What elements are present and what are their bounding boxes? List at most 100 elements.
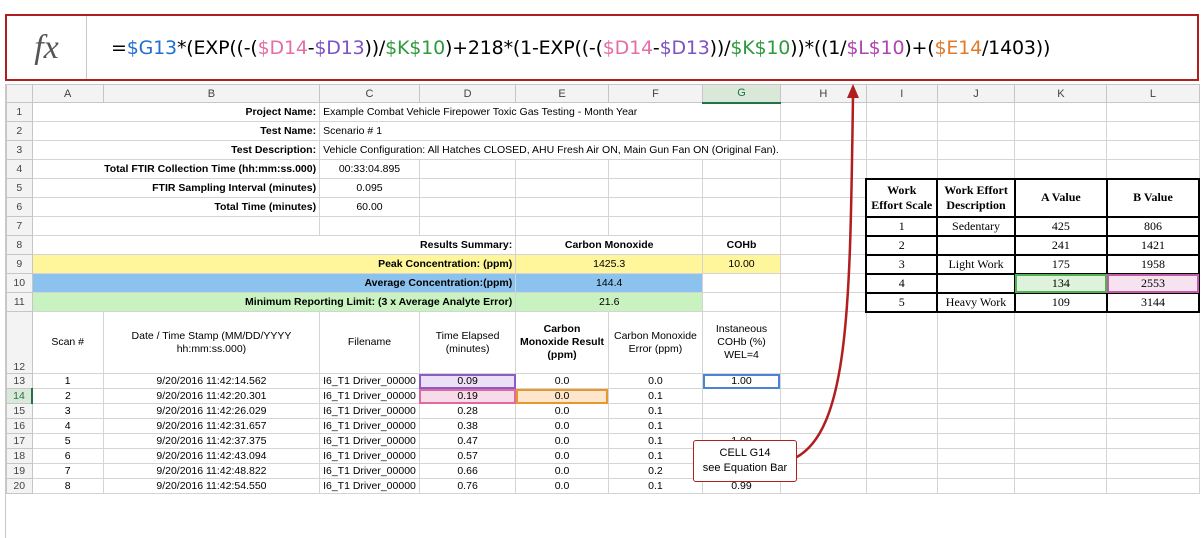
empty-cell[interactable] <box>1106 373 1200 389</box>
cell-i12[interactable] <box>865 311 938 374</box>
test-description-value[interactable]: Vehicle Configuration: All Hatches CLOSE… <box>319 140 867 160</box>
we-desc-5[interactable]: Heavy Work <box>936 291 1016 313</box>
co-error-cell[interactable]: 0.1 <box>607 388 704 404</box>
cell-f6[interactable] <box>607 197 704 217</box>
row-header[interactable]: 19 <box>6 463 33 479</box>
cell-j1[interactable] <box>936 102 1016 122</box>
scan-cell[interactable]: 1 <box>31 373 104 389</box>
row-header[interactable]: 17 <box>6 433 33 449</box>
we-desc-3[interactable]: Light Work <box>936 253 1016 275</box>
cell-k3[interactable] <box>1014 140 1108 160</box>
empty-cell[interactable] <box>1106 403 1200 419</box>
empty-cell[interactable] <box>1014 373 1108 389</box>
empty-cell[interactable] <box>1106 463 1200 479</box>
cell-h8[interactable] <box>779 235 867 255</box>
cell-g11[interactable] <box>702 292 781 312</box>
cell-f7[interactable] <box>607 216 704 236</box>
column-header-k[interactable]: K <box>1014 84 1108 103</box>
cell-h1[interactable] <box>779 102 867 122</box>
co-error-cell[interactable]: 0.0 <box>607 373 704 389</box>
work-effort-scale-header[interactable]: Work Effort Scale <box>865 177 939 218</box>
empty-cell[interactable] <box>779 388 867 404</box>
cell-e5[interactable] <box>515 178 609 198</box>
column-header-c[interactable]: C <box>319 84 420 103</box>
cell-i3[interactable] <box>865 140 938 160</box>
empty-cell[interactable] <box>936 373 1016 389</box>
we-desc-2[interactable] <box>936 234 1016 256</box>
row-header-10[interactable]: 10 <box>6 273 33 293</box>
co-error-header[interactable]: Carbon Monoxide Error (ppm) <box>607 311 704 374</box>
row-header-4[interactable]: 4 <box>6 159 33 179</box>
cell-f4[interactable] <box>607 159 704 179</box>
column-header-d[interactable]: D <box>418 84 517 103</box>
test-name-value[interactable]: Scenario # 1 <box>319 121 781 141</box>
we-a-2[interactable]: 241 <box>1013 234 1108 256</box>
empty-cell[interactable] <box>865 373 938 389</box>
time-elapsed-cell[interactable]: 0.28 <box>418 403 517 419</box>
we-scale-5[interactable]: 5 <box>865 291 939 313</box>
empty-cell[interactable] <box>936 478 1016 494</box>
co-error-cell[interactable]: 0.1 <box>607 403 704 419</box>
we-b-5[interactable]: 3144 <box>1105 291 1200 313</box>
empty-cell[interactable] <box>936 448 1016 464</box>
co-error-cell[interactable]: 0.1 <box>607 448 704 464</box>
row-header-11[interactable]: 11 <box>6 292 33 312</box>
empty-cell[interactable] <box>865 403 938 419</box>
cell-g10[interactable] <box>702 273 781 293</box>
we-b-1[interactable]: 806 <box>1105 215 1200 237</box>
empty-cell[interactable] <box>1014 478 1108 494</box>
empty-cell[interactable] <box>779 403 867 419</box>
cohb-cell[interactable] <box>702 403 781 419</box>
row-header-7[interactable]: 7 <box>6 216 33 236</box>
empty-cell[interactable] <box>865 433 938 449</box>
project-name-label[interactable]: Project Name: <box>31 102 321 122</box>
filename-header[interactable]: Filename <box>319 311 420 374</box>
project-name-value[interactable]: Example Combat Vehicle Firepower Toxic G… <box>319 102 781 122</box>
min-reporting-limit-label[interactable]: Minimum Reporting Limit: (3 x Average An… <box>31 292 517 312</box>
cohb-cell[interactable]: 1.00 <box>702 373 781 389</box>
column-header-j[interactable]: J <box>936 84 1016 103</box>
cell-h10[interactable] <box>779 273 867 293</box>
cell-i4[interactable] <box>865 159 938 179</box>
empty-cell[interactable] <box>779 418 867 434</box>
cell-h6[interactable] <box>779 197 867 217</box>
cell-l1[interactable] <box>1106 102 1200 122</box>
cell-j12[interactable] <box>936 311 1016 374</box>
cell-k2[interactable] <box>1014 121 1108 141</box>
empty-cell[interactable] <box>865 478 938 494</box>
cell-h7[interactable] <box>779 216 867 236</box>
total-time-value[interactable]: 60.00 <box>319 197 420 217</box>
filename-cell[interactable]: I6_T1 Driver_00000 <box>319 448 420 464</box>
we-desc-4[interactable] <box>936 272 1016 294</box>
cell-k1[interactable] <box>1014 102 1108 122</box>
sampling-interval-value[interactable]: 0.095 <box>319 178 420 198</box>
timestamp-cell[interactable]: 9/20/2016 11:42:31.657 <box>102 418 321 434</box>
we-a-1[interactable]: 425 <box>1013 215 1108 237</box>
time-elapsed-cell[interactable]: 0.66 <box>418 463 517 479</box>
row-header-3[interactable]: 3 <box>6 140 33 160</box>
filename-cell[interactable]: I6_T1 Driver_00000 <box>319 403 420 419</box>
scan-cell[interactable]: 7 <box>31 463 104 479</box>
formula-text[interactable]: =$G13*(EXP((-($D14-$D13))/$K$10)+218*(1-… <box>87 37 1050 59</box>
empty-cell[interactable] <box>865 448 938 464</box>
we-scale-1[interactable]: 1 <box>865 215 939 237</box>
average-concentration-co[interactable]: 144.4 <box>515 273 704 293</box>
we-a-5[interactable]: 109 <box>1013 291 1108 313</box>
column-header-h[interactable]: H <box>779 84 867 103</box>
cell-h12[interactable] <box>779 311 867 374</box>
cell-l4[interactable] <box>1106 159 1200 179</box>
cell-c7[interactable] <box>319 216 420 236</box>
filename-cell[interactable]: I6_T1 Driver_00000 <box>319 388 420 404</box>
cell-h2[interactable] <box>779 121 867 141</box>
column-header-f[interactable]: F <box>607 84 704 103</box>
co-result-cell[interactable]: 0.0 <box>515 388 609 404</box>
empty-cell[interactable] <box>936 418 1016 434</box>
timestamp-header[interactable]: Date / Time Stamp (MM/DD/YYYY hh:mm:ss.0… <box>102 311 321 374</box>
co-result-cell[interactable]: 0.0 <box>515 448 609 464</box>
row-header-6[interactable]: 6 <box>6 197 33 217</box>
empty-cell[interactable] <box>936 388 1016 404</box>
empty-cell[interactable] <box>1014 463 1108 479</box>
row-header-9[interactable]: 9 <box>6 254 33 274</box>
column-header-b[interactable]: B <box>102 84 321 103</box>
row-header[interactable]: 15 <box>6 403 33 419</box>
